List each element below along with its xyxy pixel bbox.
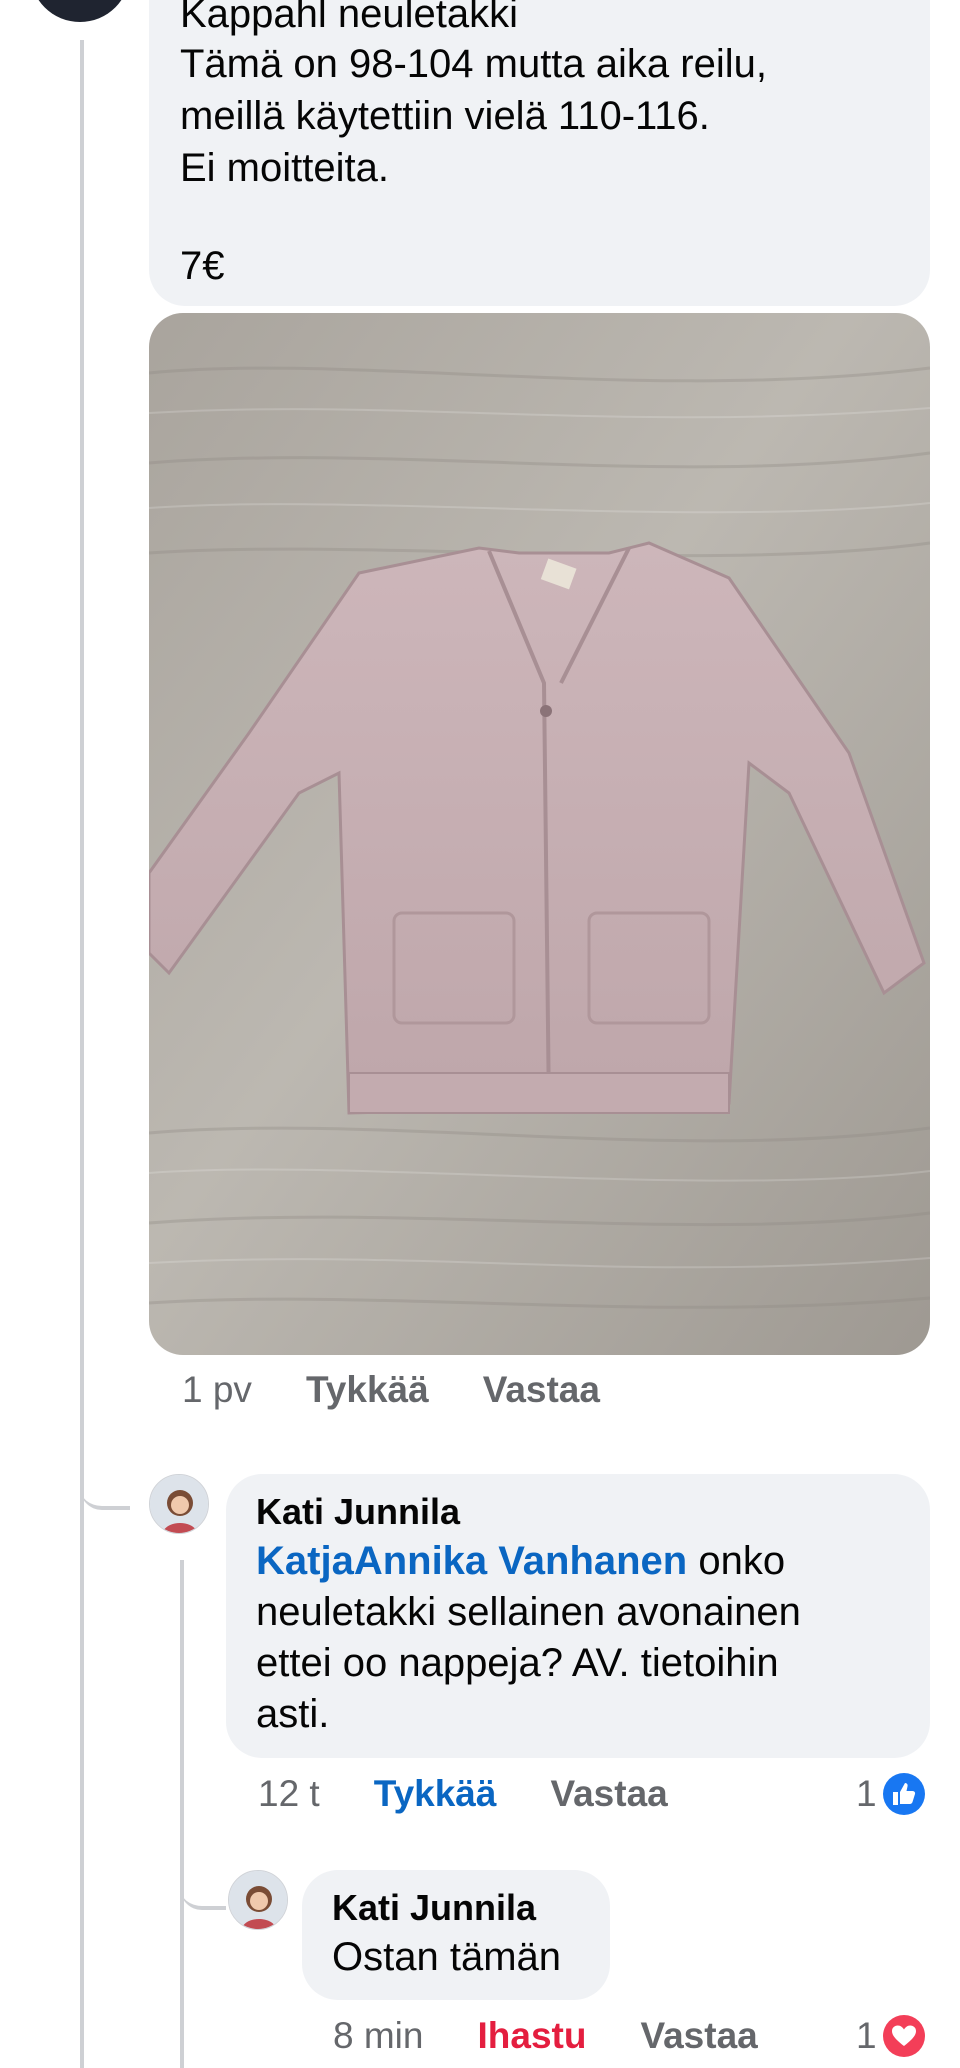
reply-text: Ostan tämän	[332, 1935, 562, 1979]
post-actions: 1 pv Tykkää Vastaa	[182, 1362, 600, 1418]
post-price: 7€	[180, 244, 225, 288]
comment-bubble-2: Kati Junnila Ostan tämän	[302, 1870, 610, 2000]
comment-reactions-1[interactable]: 1	[856, 1770, 925, 1818]
comment-reply-button[interactable]: Vastaa	[550, 1773, 667, 1815]
comment-text-line-3: ettei oo nappeja? AV. tietoihin	[256, 1641, 779, 1685]
thread-line-reply	[180, 1560, 184, 2068]
like-thumb-icon	[882, 1773, 925, 1815]
person-avatar-icon	[229, 1871, 287, 1929]
reaction-count: 1	[856, 1773, 877, 1814]
post-reply-button[interactable]: Vastaa	[483, 1369, 600, 1411]
post-line-2: Tämä on 98-104 mutta aika reilu,	[180, 42, 767, 86]
reply-avatar[interactable]	[228, 1870, 288, 1930]
comment-text-line-4: asti.	[256, 1692, 330, 1736]
thread-elbow-comment-1	[80, 1470, 130, 1510]
comment-text-line-2: neuletakki sellainen avonainen	[256, 1590, 801, 1634]
thread-line-main	[80, 40, 84, 2068]
poster-avatar[interactable]	[30, 0, 130, 22]
comment-actions-2: 8 min Ihastu Vastaa	[333, 2008, 758, 2064]
post-line-1: Kappahl neuletakki	[180, 0, 519, 36]
person-avatar-icon	[150, 1475, 208, 1533]
commenter-avatar[interactable]	[149, 1474, 209, 1534]
post-line-4: Ei moitteita.	[180, 146, 389, 190]
comment-text: KatjaAnnika Vanhanen onko neuletakki sel…	[256, 1536, 916, 1740]
reply-love-button[interactable]: Ihastu	[477, 2015, 586, 2057]
reply-timestamp[interactable]: 8 min	[333, 2015, 423, 2057]
reaction-count: 1	[856, 2015, 877, 2056]
post-like-button[interactable]: Tykkää	[306, 1369, 429, 1411]
post-line-3: meillä käytettiin vielä 110-116.	[180, 94, 710, 138]
reply-author[interactable]: Kati Junnila	[332, 1884, 536, 1932]
comment-actions-1: 12 t Tykkää Vastaa	[258, 1766, 668, 1822]
mention-link[interactable]: KatjaAnnika Vanhanen	[256, 1539, 687, 1583]
comment-author[interactable]: Kati Junnila	[256, 1488, 460, 1536]
post-photo[interactable]	[149, 313, 930, 1355]
comment-like-button[interactable]: Tykkää	[374, 1773, 497, 1815]
cardigan-photo-image	[149, 313, 930, 1355]
comment-timestamp[interactable]: 12 t	[258, 1773, 320, 1815]
comment-reactions-2[interactable]: 1	[856, 2012, 925, 2060]
love-heart-icon	[882, 2015, 925, 2057]
thread-elbow-comment-2	[180, 1870, 226, 1910]
post-timestamp[interactable]: 1 pv	[182, 1369, 252, 1411]
reply-reply-button[interactable]: Vastaa	[640, 2015, 757, 2057]
comment-bubble-1: Kati Junnila KatjaAnnika Vanhanen onko n…	[226, 1474, 930, 1758]
comment-text-line-1: onko	[687, 1539, 786, 1583]
